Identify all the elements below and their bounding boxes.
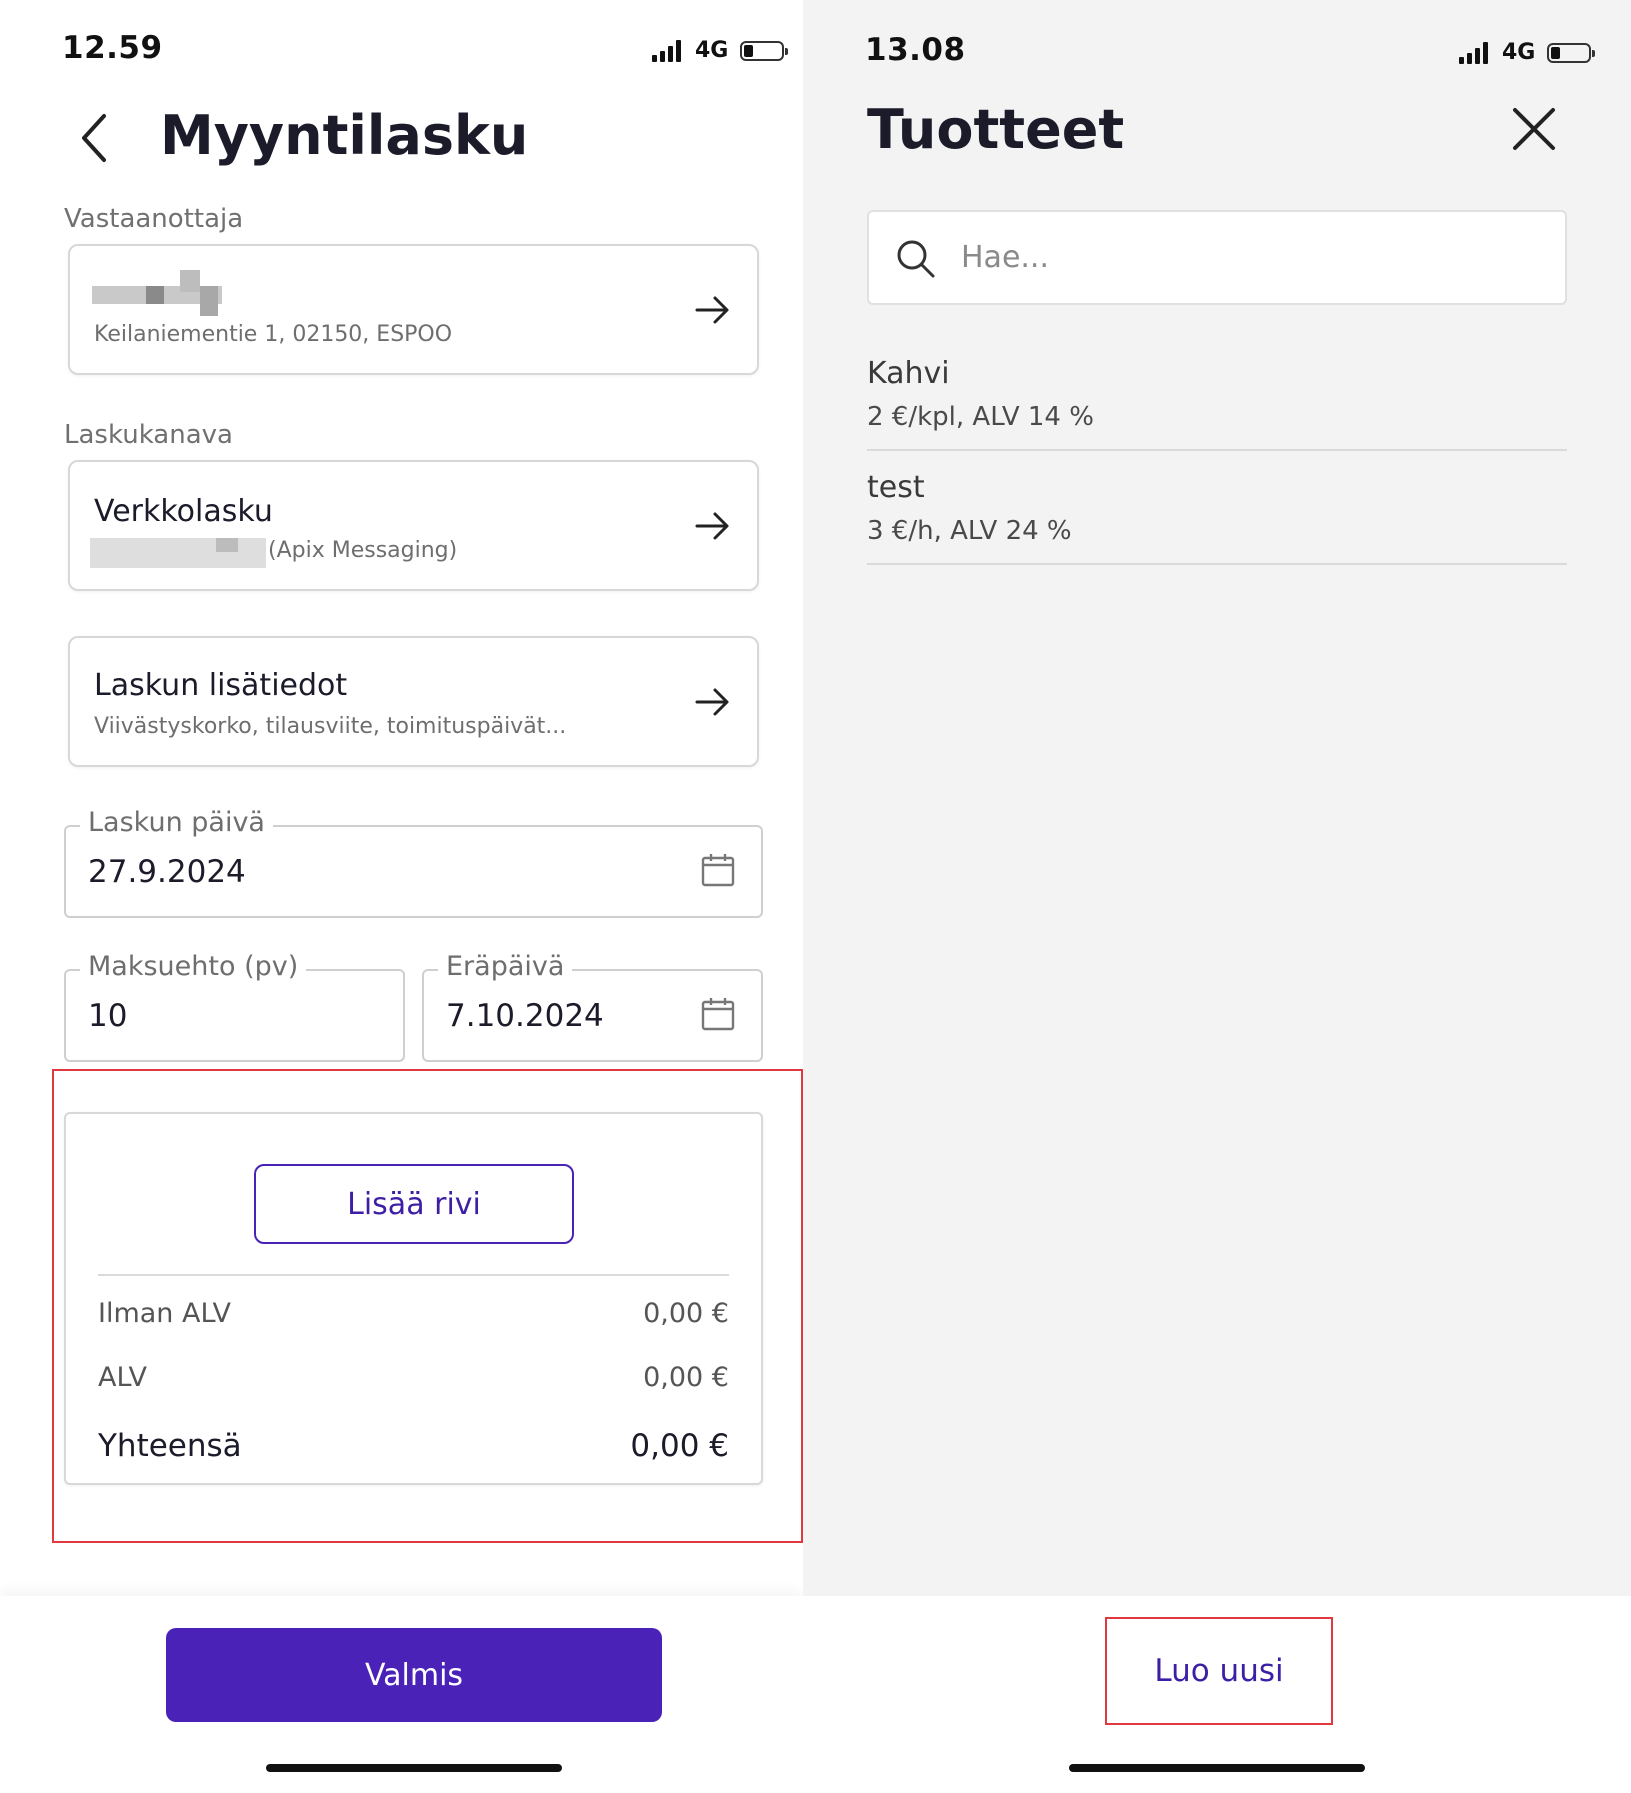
status-icons: 4G [1459, 40, 1596, 65]
invoice-date-label: Laskun päivä [80, 807, 273, 838]
battery-icon [1547, 42, 1596, 63]
channel-operator: (Apix Messaging) [268, 538, 458, 563]
vat-label: ALV [98, 1362, 148, 1393]
page-title: Myyntilasku [160, 104, 529, 167]
calendar-icon[interactable] [701, 997, 735, 1031]
network-type: 4G [1502, 40, 1536, 65]
back-icon[interactable] [74, 110, 114, 166]
channel-title: Verkkolasku [94, 494, 273, 529]
product-item-test[interactable]: test 3 €/h, ALV 24 % [867, 464, 1567, 564]
signal-icon [1459, 41, 1488, 64]
invoice-date-field[interactable]: Laskun päivä 27.9.2024 [64, 807, 763, 918]
invoice-date-value: 27.9.2024 [88, 854, 246, 890]
close-icon[interactable] [1511, 106, 1557, 152]
product-item-kahvi[interactable]: Kahvi 2 €/kpl, ALV 14 % [867, 350, 1567, 450]
arrow-right-icon [695, 688, 729, 716]
arrow-right-icon [695, 512, 729, 540]
payment-term-label: Maksuehto (pv) [80, 951, 307, 982]
status-time: 13.08 [865, 32, 966, 68]
total-label: Yhteensä [98, 1428, 242, 1464]
invoice-details-title: Laskun lisätiedot [94, 668, 348, 703]
redacted-block [146, 286, 164, 304]
due-date-value: 7.10.2024 [446, 998, 604, 1034]
totals-row-total: Yhteensä 0,00 € [98, 1428, 729, 1464]
invoice-rows-card: Lisää rivi Ilman ALV 0,00 € ALV 0,00 € Y… [64, 1112, 763, 1485]
recipient-address: Keilaniementie 1, 02150, ESPOO [94, 322, 453, 347]
redacted-identifier [90, 538, 266, 568]
product-name: test [867, 470, 925, 505]
list-divider [867, 449, 1567, 451]
search-icon [897, 240, 935, 278]
product-detail: 2 €/kpl, ALV 14 % [867, 402, 1094, 432]
due-date-field[interactable]: Eräpäivä 7.10.2024 [422, 951, 763, 1062]
redacted-block [180, 270, 200, 292]
network-type: 4G [695, 38, 729, 63]
products-screen: 13.08 4G Tuotteet Hae... Kahvi 2 €/kpl, … [803, 0, 1631, 1793]
totals-row-net: Ilman ALV 0,00 € [98, 1298, 729, 1329]
calendar-icon[interactable] [701, 853, 735, 887]
home-indicator [266, 1764, 562, 1772]
status-time: 12.59 [62, 30, 163, 66]
search-input[interactable]: Hae... [867, 210, 1567, 305]
battery-icon [740, 40, 789, 61]
list-divider [867, 563, 1567, 565]
vat-value: 0,00 € [643, 1362, 729, 1393]
totals-divider [98, 1274, 729, 1276]
search-placeholder: Hae... [961, 240, 1050, 275]
net-label: Ilman ALV [98, 1298, 232, 1329]
invoice-details-card[interactable]: Laskun lisätiedot Viivästyskorko, tilaus… [68, 636, 759, 767]
redacted-block [200, 286, 218, 316]
create-new-button[interactable]: Luo uusi [1115, 1628, 1323, 1714]
done-button[interactable]: Valmis [166, 1628, 662, 1722]
product-detail: 3 €/h, ALV 24 % [867, 516, 1072, 546]
recipient-card[interactable]: Keilaniementie 1, 02150, ESPOO [68, 244, 759, 375]
payment-term-field[interactable]: Maksuehto (pv) 10 [64, 951, 405, 1062]
sales-invoice-screen: 12.59 4G Myyntilasku Vastaanottaja Keila… [0, 0, 803, 1793]
product-name: Kahvi [867, 356, 950, 391]
total-value: 0,00 € [630, 1428, 729, 1464]
redacted-block [216, 538, 238, 552]
page-title: Tuotteet [867, 98, 1125, 161]
channel-label: Laskukanava [64, 420, 233, 450]
payment-term-value: 10 [88, 998, 128, 1034]
channel-card[interactable]: Verkkolasku (Apix Messaging) [68, 460, 759, 591]
home-indicator [1069, 1764, 1365, 1772]
net-value: 0,00 € [643, 1298, 729, 1329]
arrow-right-icon [695, 296, 729, 324]
recipient-label: Vastaanottaja [64, 204, 244, 234]
totals-row-vat: ALV 0,00 € [98, 1362, 729, 1393]
add-row-button[interactable]: Lisää rivi [254, 1164, 574, 1244]
due-date-label: Eräpäivä [438, 951, 573, 982]
signal-icon [652, 39, 681, 62]
invoice-details-subtitle: Viivästyskorko, tilausviite, toimituspäi… [94, 714, 567, 739]
status-icons: 4G [652, 38, 789, 63]
